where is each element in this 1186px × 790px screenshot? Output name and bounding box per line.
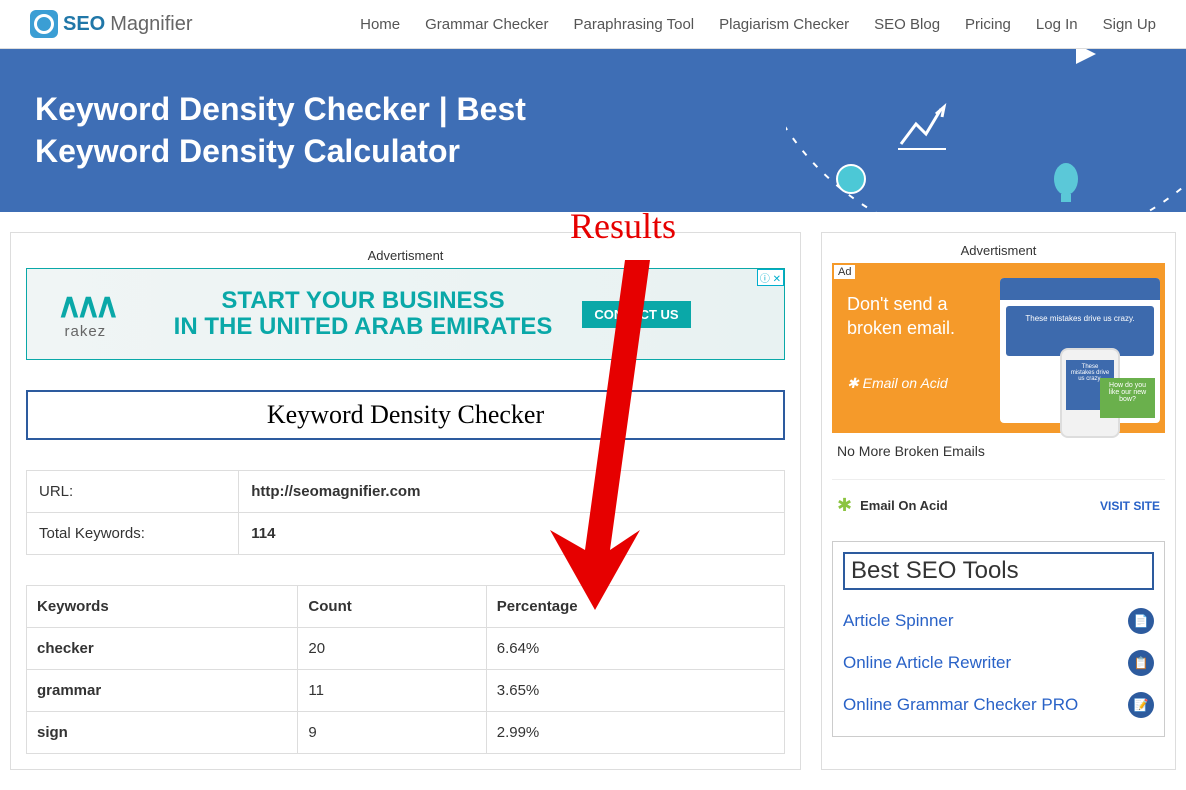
sidebar-column: Advertisment ⓘ✕ Ad Don't send a broken e… [821, 232, 1176, 770]
logo-icon [30, 10, 58, 38]
hero-banner: Keyword Density Checker | Best Keyword D… [0, 49, 1186, 212]
ad-creative: Ad Don't send a broken email. ✱ Email on… [832, 263, 1165, 433]
main-nav: Home Grammar Checker Paraphrasing Tool P… [360, 16, 1156, 33]
doc-icon: 📋 [1128, 650, 1154, 676]
ad-headline: START YOUR BUSINESS IN THE UNITED ARAB E… [174, 288, 553, 341]
brand-splash-icon: ✱ [837, 495, 852, 516]
page-title: Keyword Density Checker | Best Keyword D… [35, 89, 635, 172]
table-row: URL: http://seomagnifier.com [27, 471, 785, 513]
total-value: 114 [239, 513, 785, 555]
ad-line1: START YOUR BUSINESS [174, 288, 553, 314]
seo-tools-box: Best SEO Tools Article Spinner 📄 Online … [832, 541, 1165, 737]
main-column: Advertisment ⓘ ✕ ∧∧∧ rakez START YOUR BU… [10, 232, 801, 770]
ad-brand-name: Email On Acid [860, 498, 948, 513]
tool-link-grammar[interactable]: Online Grammar Checker PRO [843, 695, 1078, 715]
logo-text-light: Magnifier [110, 13, 192, 36]
nav-pricing[interactable]: Pricing [965, 16, 1011, 33]
cell-percentage: 2.99% [486, 712, 784, 754]
top-header: SEOMagnifier Home Grammar Checker Paraph… [0, 0, 1186, 49]
results-annotation: Results [570, 205, 676, 247]
url-label: URL: [27, 471, 239, 513]
ad-label-sidebar: Advertisment [832, 243, 1165, 258]
sidebar-ad[interactable]: ⓘ✕ Ad Don't send a broken email. ✱ Email… [832, 263, 1165, 531]
ad-bottom-bar: ✱ Email On Acid VISIT SITE [832, 479, 1165, 531]
table-row: grammar 11 3.65% [27, 670, 785, 712]
ad-line2: IN THE UNITED ARAB EMIRATES [174, 314, 553, 340]
rakez-brand-text: rakez [64, 323, 106, 340]
cell-count: 11 [298, 670, 486, 712]
rakez-icon: ∧∧∧ [57, 289, 114, 323]
tool-heading: Keyword Density Checker [26, 390, 785, 440]
nav-login[interactable]: Log In [1036, 16, 1078, 33]
doc-icon: 📄 [1128, 608, 1154, 634]
nav-signup[interactable]: Sign Up [1103, 16, 1156, 33]
cell-percentage: 6.64% [486, 628, 784, 670]
red-arrow-icon [530, 250, 670, 610]
col-keywords: Keywords [27, 586, 298, 628]
green-callout: How do you like our new bow? [1100, 378, 1155, 418]
tool-link-item: Online Grammar Checker PRO 📝 [843, 684, 1154, 726]
total-label: Total Keywords: [27, 513, 239, 555]
ad-tag: Ad [834, 265, 855, 279]
tool-link-item: Article Spinner 📄 [843, 600, 1154, 642]
nav-home[interactable]: Home [360, 16, 400, 33]
doc-icon: 📝 [1128, 692, 1154, 718]
logo-text-bold: SEO [63, 13, 105, 36]
nav-grammar[interactable]: Grammar Checker [425, 16, 548, 33]
splash-icon: ✱ [847, 375, 859, 392]
url-info-table: URL: http://seomagnifier.com Total Keywo… [26, 470, 785, 555]
tools-box-title: Best SEO Tools [843, 552, 1154, 590]
cell-percentage: 3.65% [486, 670, 784, 712]
hero-decoration [786, 49, 1186, 212]
ad-footer-text: No More Broken Emails [832, 433, 1165, 469]
rakez-logo: ∧∧∧ rakez [57, 289, 114, 340]
nav-blog[interactable]: SEO Blog [874, 16, 940, 33]
visit-site-link[interactable]: VISIT SITE [1100, 499, 1160, 513]
cell-count: 9 [298, 712, 486, 754]
adchoices-icon[interactable]: ⓘ ✕ [757, 269, 784, 286]
cell-keyword: sign [27, 712, 298, 754]
url-value: http://seomagnifier.com [239, 471, 785, 513]
table-row: Total Keywords: 114 [27, 513, 785, 555]
table-header-row: Keywords Count Percentage [27, 586, 785, 628]
nav-paraphrase[interactable]: Paraphrasing Tool [573, 16, 694, 33]
tool-link-spinner[interactable]: Article Spinner [843, 611, 954, 631]
site-logo[interactable]: SEOMagnifier [30, 10, 193, 38]
cell-count: 20 [298, 628, 486, 670]
cell-keyword: grammar [27, 670, 298, 712]
nav-plagiarism[interactable]: Plagiarism Checker [719, 16, 849, 33]
cell-keyword: checker [27, 628, 298, 670]
main-ad-banner[interactable]: ⓘ ✕ ∧∧∧ rakez START YOUR BUSINESS IN THE… [26, 268, 785, 360]
tool-link-rewriter[interactable]: Online Article Rewriter [843, 653, 1011, 673]
table-row: checker 20 6.64% [27, 628, 785, 670]
tool-link-item: Online Article Rewriter 📋 [843, 642, 1154, 684]
keyword-results-table: Keywords Count Percentage checker 20 6.6… [26, 585, 785, 754]
table-row: sign 9 2.99% [27, 712, 785, 754]
ad-label-main: Advertisment [26, 248, 785, 263]
col-count: Count [298, 586, 486, 628]
